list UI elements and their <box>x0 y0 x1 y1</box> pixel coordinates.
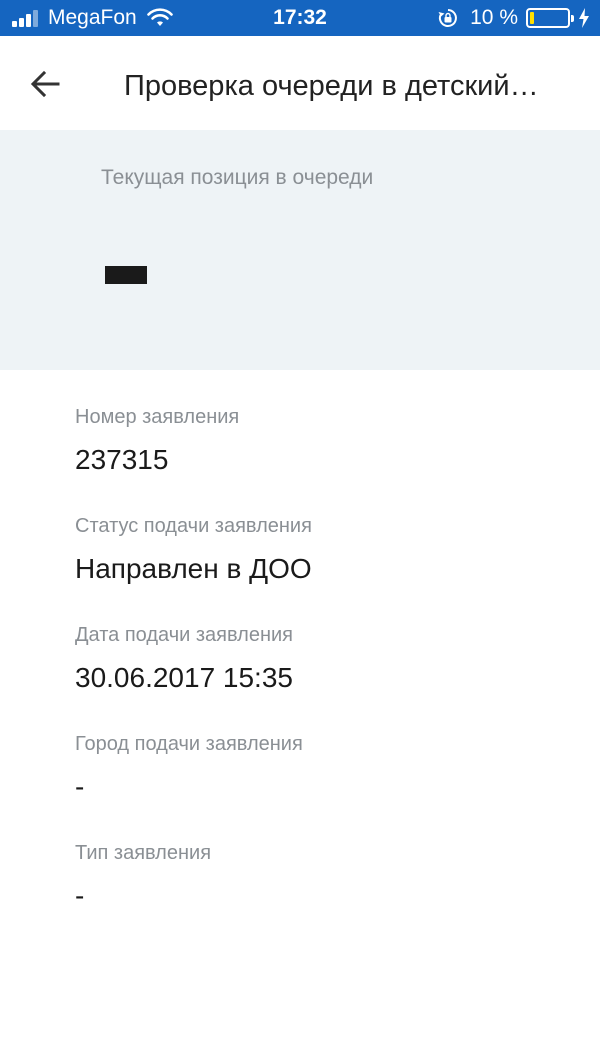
battery-percent: 10 % <box>470 6 518 29</box>
app-bar: Проверка очереди в детский… <box>0 36 600 130</box>
queue-position-label: Текущая позиция в очереди <box>101 166 374 189</box>
queue-position-value-redacted <box>105 266 147 284</box>
detail-application-date: Дата подачи заявления 30.06.2017 15:35 <box>75 623 575 732</box>
detail-application-status: Статус подачи заявления Направлен в ДОО <box>75 514 575 623</box>
detail-application-type: Тип заявления - <box>75 841 575 950</box>
detail-label: Дата подачи заявления <box>75 624 293 646</box>
page-title: Проверка очереди в детский… <box>124 70 539 102</box>
detail-value: - <box>75 771 85 802</box>
back-arrow-icon[interactable] <box>22 64 72 104</box>
battery-level <box>530 12 534 24</box>
status-bar: MegaFon 17:32 10 % <box>0 0 600 36</box>
application-details: Номер заявления 237315 Статус подачи зая… <box>75 405 575 950</box>
detail-label: Тип заявления <box>75 842 212 864</box>
charging-icon <box>579 8 589 28</box>
orientation-lock-icon <box>438 9 457 27</box>
detail-application-number: Номер заявления 237315 <box>75 405 575 514</box>
detail-value: - <box>75 880 85 911</box>
detail-value: 237315 <box>75 444 169 475</box>
status-bar-right: 10 % <box>438 6 590 30</box>
detail-application-city: Город подачи заявления - <box>75 732 575 841</box>
detail-label: Статус подачи заявления <box>75 515 312 537</box>
battery-icon <box>526 8 574 28</box>
detail-value: Направлен в ДОО <box>75 553 312 584</box>
queue-position-panel: Текущая позиция в очереди <box>0 130 600 370</box>
detail-label: Номер заявления <box>75 406 240 428</box>
detail-label: Город подачи заявления <box>75 733 303 755</box>
detail-value: 30.06.2017 15:35 <box>75 662 293 693</box>
